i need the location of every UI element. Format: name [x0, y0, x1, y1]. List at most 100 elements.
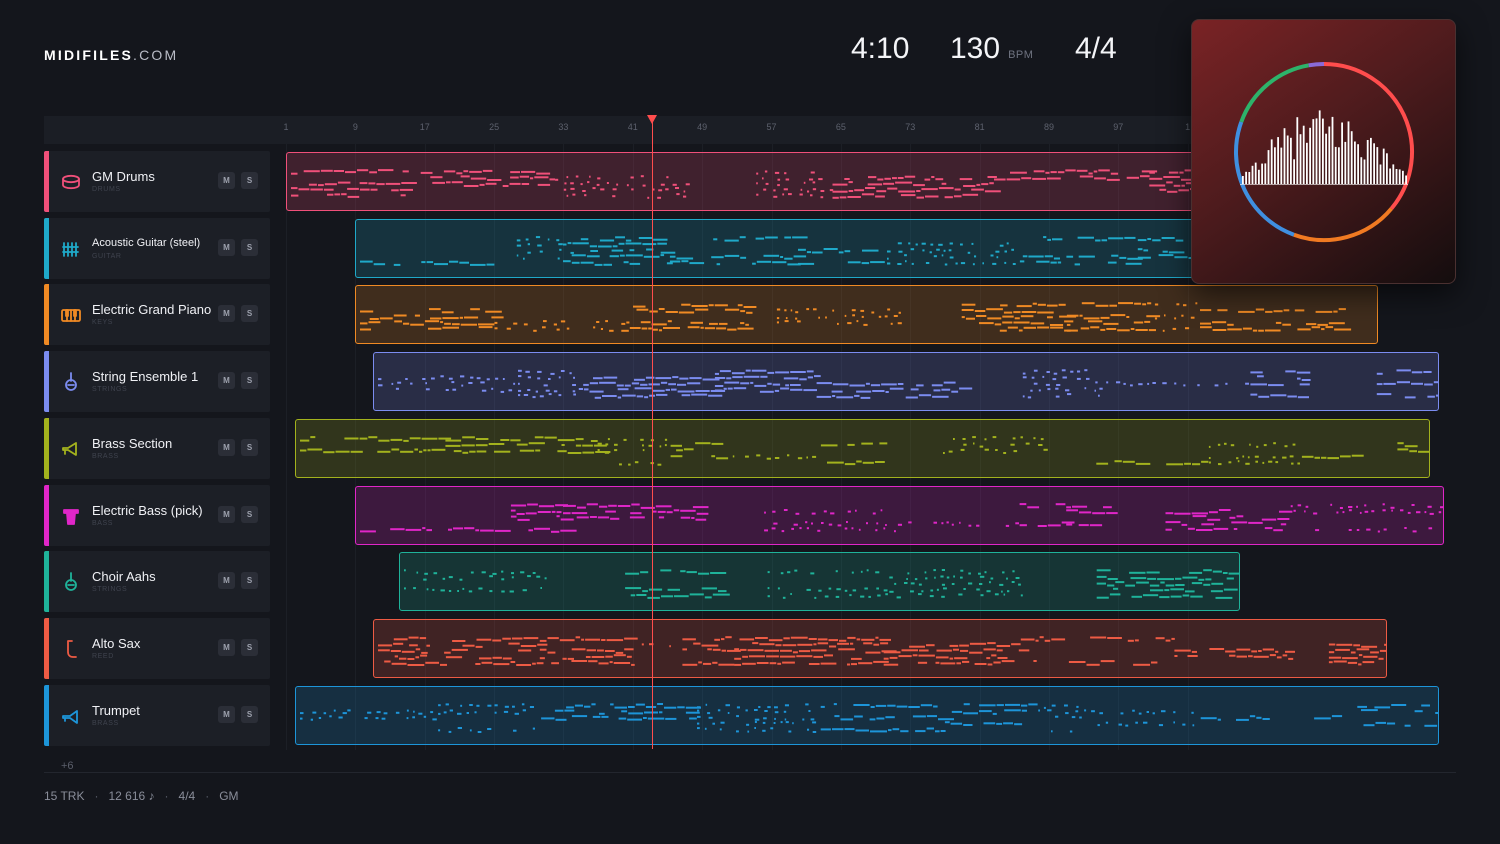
mute-button[interactable]: M [218, 638, 235, 656]
track-header[interactable]: Trumpet BRASS M S [44, 684, 270, 746]
solo-button[interactable]: S [241, 572, 258, 590]
track-header[interactable]: Electric Bass (pick) BASS M S [44, 484, 270, 546]
trumpet-icon [60, 705, 82, 727]
ruler-tick: 41 [627, 122, 638, 132]
track-color-stripe [44, 217, 49, 279]
mute-button[interactable]: M [218, 505, 235, 523]
track-category: KEYS [92, 319, 114, 327]
tempo-readout[interactable]: 130 BPM [950, 32, 1033, 66]
time-readout: 4:10 [851, 32, 910, 65]
guitar-icon [60, 238, 82, 260]
note-pattern [360, 302, 1352, 333]
choir-icon [60, 571, 82, 593]
midi-standard: GM [219, 789, 239, 803]
brand-logo: MIDIFILES.COM [44, 47, 178, 63]
brand-name: MIDIFILES [44, 47, 134, 63]
track-color-stripe [44, 417, 49, 479]
playhead[interactable] [651, 122, 653, 749]
midi-region[interactable] [355, 485, 1444, 545]
note-pattern [377, 369, 1439, 399]
brass-icon [60, 438, 82, 460]
track-header[interactable]: Electric Grand Piano KEYS M S [44, 284, 270, 346]
album-artwork [1191, 19, 1456, 284]
ruler-tick: 57 [766, 122, 777, 132]
solo-button[interactable]: S [241, 505, 258, 523]
artwork-visualizer [1233, 61, 1415, 243]
solo-button[interactable]: S [241, 238, 258, 256]
bass-icon [60, 505, 82, 527]
mute-button[interactable]: M [218, 305, 235, 323]
track-category: BRASS [92, 452, 119, 460]
note-pattern [299, 702, 1439, 733]
track-category: DRUMS [92, 186, 121, 193]
ruler-tick: 25 [489, 122, 500, 132]
midi-region[interactable] [294, 418, 1431, 478]
track-color-stripe [44, 484, 49, 546]
mute-button[interactable]: M [218, 238, 235, 256]
solo-button[interactable]: S [241, 305, 258, 323]
track-color-stripe [44, 351, 49, 413]
midi-region[interactable] [372, 618, 1388, 678]
track-category: STRINGS [92, 386, 128, 394]
track-category: GUITAR [92, 252, 122, 260]
piano-icon [60, 304, 82, 326]
track-name: Acoustic Guitar (steel) [92, 236, 201, 249]
midi-region[interactable] [398, 552, 1240, 612]
midi-region[interactable] [355, 218, 1197, 278]
strings-icon [60, 371, 82, 393]
track-name: Alto Sax [92, 635, 141, 651]
midi-region[interactable] [355, 285, 1379, 345]
status-bar: 15 TRK · 12 616 ♪ · 4/4 · GM [44, 789, 239, 803]
track-category: STRINGS [92, 586, 128, 594]
track-header[interactable]: Choir Aahs STRINGS M S [44, 551, 270, 613]
mute-button[interactable]: M [218, 705, 235, 723]
bpm-value: 130 [950, 32, 1001, 65]
footer-divider [44, 772, 1456, 773]
mute-button[interactable]: M [218, 372, 235, 390]
solo-button[interactable]: S [241, 705, 258, 723]
mute-button[interactable]: M [218, 172, 235, 189]
note-count: 12 616 ♪ [108, 789, 155, 803]
ruler-tick: 89 [1043, 122, 1054, 132]
ruler-tick: 1 [1185, 122, 1191, 132]
solo-button[interactable]: S [241, 372, 258, 390]
track-header[interactable]: Brass Section BRASS M S [44, 417, 270, 479]
track-color-stripe [44, 151, 49, 212]
solo-button[interactable]: S [241, 438, 258, 456]
track-name: String Ensemble 1 [92, 369, 199, 385]
ruler-tick: 9 [352, 122, 358, 132]
mute-button[interactable]: M [218, 438, 235, 456]
solo-button[interactable]: S [241, 172, 258, 189]
drum-icon [60, 171, 82, 193]
ruler-tick: 17 [419, 122, 430, 132]
midi-region[interactable] [286, 152, 1197, 211]
track-header[interactable]: Acoustic Guitar (steel) GUITAR M S [44, 217, 270, 279]
track-header[interactable]: Alto Sax REED M S [44, 617, 270, 679]
bpm-unit: BPM [1008, 49, 1034, 61]
ruler-tick: 1 [283, 122, 289, 132]
solo-button[interactable]: S [241, 638, 258, 656]
track-name: Electric Grand Piano [92, 302, 212, 318]
ruler-tick: 97 [1113, 122, 1124, 132]
track-count: 15 TRK [44, 789, 85, 803]
more-tracks-indicator[interactable]: +6 [61, 760, 74, 772]
midi-region[interactable] [294, 685, 1440, 745]
track-header[interactable]: GM Drums DRUMS M S [44, 151, 270, 212]
note-pattern [291, 169, 1196, 199]
time-signature-readout[interactable]: 4/4 [1075, 32, 1117, 66]
track-header[interactable]: String Ensemble 1 STRINGS M S [44, 351, 270, 413]
grid-line [286, 144, 287, 750]
note-pattern [360, 235, 1196, 266]
sax-icon [60, 638, 82, 660]
ruler-tick: 81 [974, 122, 985, 132]
mute-button[interactable]: M [218, 572, 235, 590]
note-pattern [403, 569, 1239, 600]
track-color-stripe [44, 684, 49, 746]
ruler-tick: 65 [835, 122, 846, 132]
track-name: GM Drums [92, 169, 155, 184]
ruler-tick: 73 [905, 122, 916, 132]
track-color-stripe [44, 551, 49, 613]
midi-region[interactable] [372, 352, 1440, 412]
track-category: REED [92, 652, 114, 660]
brand-suffix: .COM [133, 47, 179, 63]
